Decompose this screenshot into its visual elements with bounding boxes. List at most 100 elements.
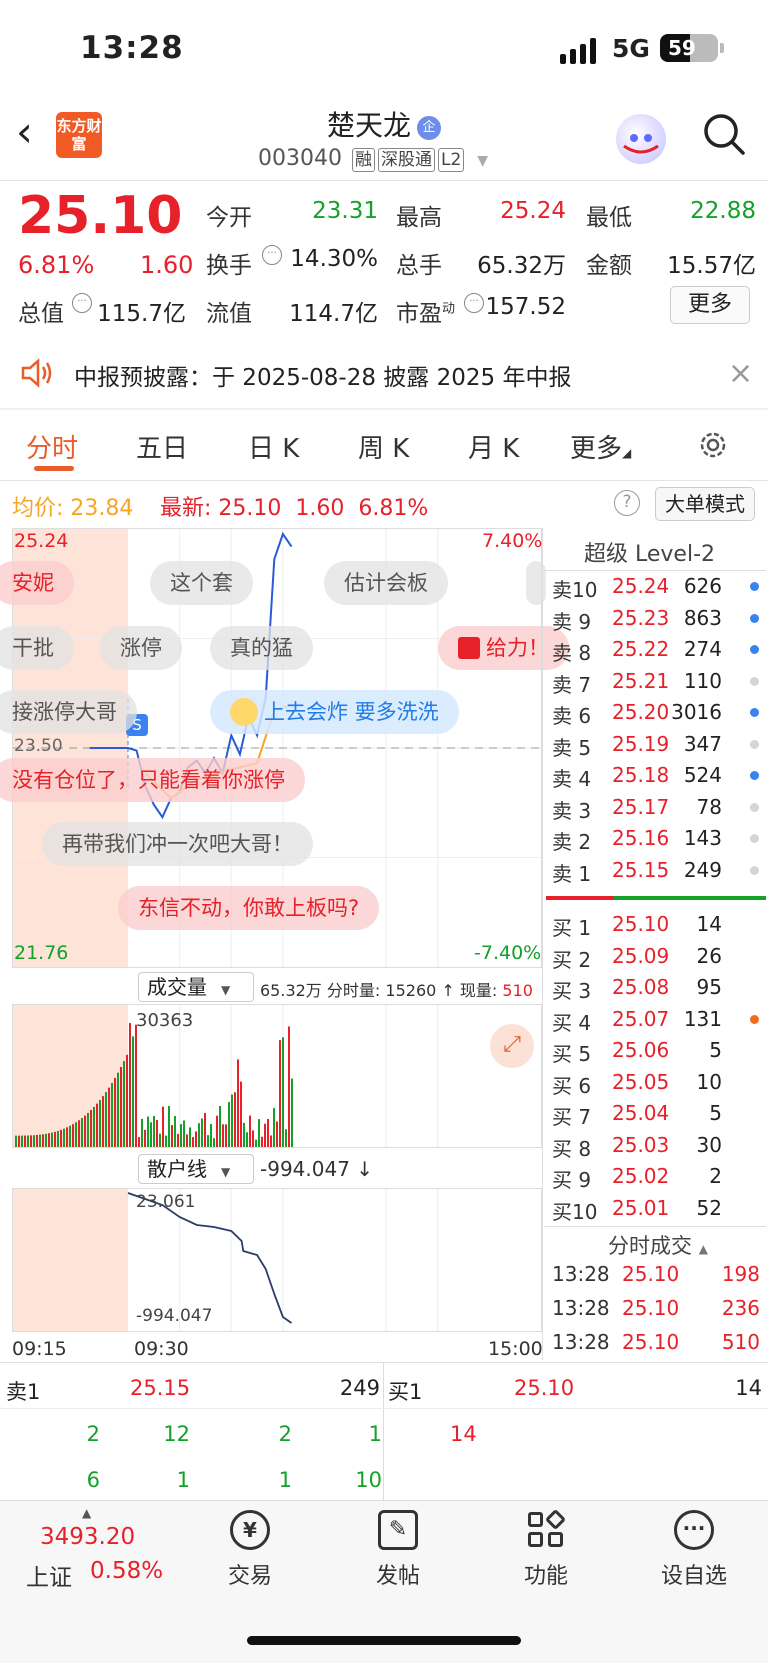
retail-line-chart[interactable] bbox=[12, 1188, 542, 1332]
danmaku-bubble[interactable]: 再带我们冲一次吧大哥！ bbox=[42, 822, 313, 866]
index-name[interactable]: 上证 bbox=[26, 1558, 72, 1592]
level-price: 25.18 bbox=[612, 763, 670, 787]
volume-bar bbox=[126, 1054, 128, 1147]
retail-indicator-select[interactable]: 散户线 ▼ bbox=[138, 1154, 254, 1184]
volume-bar bbox=[57, 1130, 59, 1147]
function-grid-icon bbox=[526, 1508, 567, 1550]
level-price: 25.22 bbox=[612, 637, 670, 661]
danmaku-bubble[interactable]: 上去会炸 要多洗洗 bbox=[210, 690, 459, 734]
volume-indicator-select[interactable]: 成交量 ▼ bbox=[138, 972, 254, 1002]
tab-more[interactable]: 更多◢ bbox=[570, 428, 631, 465]
tab-5day[interactable]: 五日 bbox=[136, 428, 188, 465]
expand-up-icon[interactable]: ▲ bbox=[82, 1506, 91, 1520]
volume-bar bbox=[207, 1135, 209, 1147]
volume-bar bbox=[279, 1040, 281, 1147]
info-icon[interactable]: ··· bbox=[72, 293, 92, 313]
avg-price: 均价: 23.84 bbox=[12, 496, 134, 521]
info-icon[interactable]: ··· bbox=[262, 245, 282, 265]
dropdown-icon[interactable]: ▼ bbox=[477, 153, 488, 169]
low-value: 22.88 bbox=[690, 198, 756, 224]
tab-intraday[interactable]: 分时 bbox=[26, 428, 78, 465]
order-dot-icon bbox=[750, 613, 759, 623]
level-volume: 143 bbox=[683, 826, 722, 850]
volume-bar bbox=[81, 1118, 83, 1147]
big-order-mode-button[interactable]: 大单模式 bbox=[655, 487, 755, 521]
market-cap-value: 115.7亿 bbox=[97, 301, 186, 327]
tab-monthly-k[interactable]: 月 K bbox=[468, 428, 519, 465]
volume-bar bbox=[75, 1122, 77, 1147]
search-icon[interactable] bbox=[702, 112, 746, 156]
tag-margin: 融 bbox=[351, 148, 375, 172]
divider bbox=[383, 1362, 384, 1500]
volume-bar bbox=[54, 1131, 56, 1147]
danmaku-bubble[interactable]: 估计会板 bbox=[324, 561, 448, 605]
volume-bar bbox=[246, 1132, 248, 1147]
active-tab-indicator bbox=[34, 466, 74, 471]
volume-bar bbox=[42, 1134, 44, 1147]
tab-daily-k[interactable]: 日 K bbox=[248, 428, 299, 465]
volume-bar bbox=[288, 1026, 290, 1147]
volume-bar bbox=[138, 1137, 140, 1147]
volume-bar bbox=[174, 1116, 176, 1147]
level-volume: 2 bbox=[709, 1164, 722, 1188]
stock-code: 003040 bbox=[258, 146, 342, 171]
danmaku-bubble[interactable]: 接涨停大哥 bbox=[0, 690, 137, 734]
settings-gear-icon[interactable] bbox=[696, 428, 730, 466]
level-price: 25.05 bbox=[612, 1069, 670, 1094]
volume-bar bbox=[117, 1072, 119, 1147]
danmaku-bubble[interactable]: 真的猛 bbox=[210, 626, 313, 670]
queue-sell-vol: 249 bbox=[339, 1376, 380, 1400]
index-value[interactable]: 3493.20 bbox=[40, 1524, 135, 1550]
retail-value: -994.047 ↓ bbox=[260, 1157, 374, 1181]
more-button[interactable]: 更多 bbox=[670, 286, 750, 324]
volume-bar bbox=[84, 1115, 86, 1147]
level2-title[interactable]: 超级 Level-2 bbox=[584, 536, 715, 568]
info-icon[interactable]: ··· bbox=[464, 293, 484, 313]
time-start-label: 09:15 bbox=[12, 1338, 67, 1360]
volume-bar bbox=[204, 1112, 206, 1147]
level-volume: 52 bbox=[696, 1195, 722, 1220]
level-label: 卖 8 bbox=[552, 641, 592, 665]
volume-bar bbox=[237, 1059, 239, 1147]
volume-bar bbox=[186, 1134, 188, 1147]
volume-bar bbox=[285, 1129, 287, 1147]
danmaku-bubble[interactable]: 没有仓位了，只能看着你涨停 bbox=[0, 758, 305, 802]
nav-trade[interactable]: ¥ 交易 bbox=[210, 1510, 290, 1590]
danmaku-bubble[interactable]: 安妮 bbox=[0, 561, 74, 605]
level-price: 25.01 bbox=[612, 1195, 670, 1220]
trades-title[interactable]: 分时成交 ▲ bbox=[608, 1230, 708, 1260]
assistant-robot-icon[interactable] bbox=[616, 114, 666, 164]
divider bbox=[0, 408, 768, 410]
level-volume: 26 bbox=[696, 943, 722, 968]
danmaku-bubble[interactable]: 干批 bbox=[0, 626, 74, 670]
close-icon[interactable]: × bbox=[728, 356, 753, 391]
level-volume: 863 bbox=[683, 605, 722, 630]
nav-post[interactable]: ✎ 发帖 bbox=[358, 1510, 438, 1590]
index-pct[interactable]: 0.58% bbox=[90, 1558, 163, 1584]
divider bbox=[544, 570, 766, 571]
nav-function[interactable]: 功能 bbox=[506, 1508, 586, 1590]
expand-icon[interactable]: ⤢ bbox=[490, 1024, 534, 1068]
stock-code-line[interactable]: 003040 融深股通 L2 ▼ bbox=[258, 146, 488, 172]
volume-bar bbox=[66, 1127, 68, 1147]
trade-price: 25.10 bbox=[622, 1330, 680, 1354]
change-percent: 6.81% bbox=[18, 251, 95, 279]
volume-bar bbox=[162, 1106, 164, 1147]
volume-bar bbox=[273, 1108, 275, 1147]
help-icon[interactable]: ? bbox=[614, 490, 640, 516]
danmaku-bubble[interactable]: 东信不动，你敢上板吗? bbox=[118, 886, 380, 930]
level-volume: 3016 bbox=[671, 700, 722, 724]
danmaku-bubble[interactable]: 这个套 bbox=[150, 561, 253, 605]
queue-buy-label: 买1 bbox=[388, 1380, 423, 1404]
last-price: 25.10 bbox=[18, 186, 183, 246]
volume-bar bbox=[51, 1132, 53, 1147]
battery-icon: 59 bbox=[660, 34, 724, 62]
trade-volume: 236 bbox=[721, 1296, 760, 1320]
tab-weekly-k[interactable]: 周 K bbox=[358, 428, 409, 465]
level-label: 卖10 bbox=[552, 578, 598, 602]
nav-watchlist[interactable]: ··· 设自选 bbox=[654, 1510, 734, 1590]
pre-open-band bbox=[13, 1189, 128, 1331]
danmaku-bubble[interactable]: 涨停 bbox=[100, 626, 182, 670]
order-dot-icon bbox=[750, 676, 759, 686]
volume-chart[interactable] bbox=[12, 1004, 542, 1148]
